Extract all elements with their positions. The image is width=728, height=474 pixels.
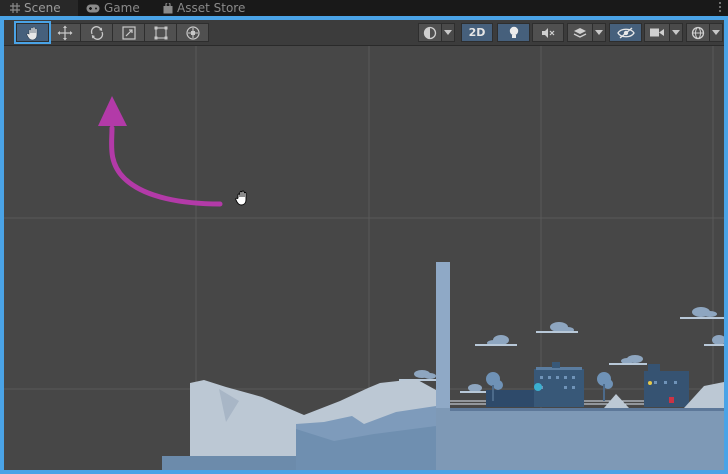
scene-toolbar: 2D [4, 20, 724, 46]
audio-muted-icon [542, 27, 555, 38]
draw-mode-dropdown[interactable] [441, 23, 455, 42]
mode-2d-label: 2D [468, 26, 486, 39]
mode-2d-group: 2D [461, 23, 493, 42]
tab-game[interactable]: Game [86, 0, 140, 16]
layers-effects-icon [573, 27, 587, 38]
draw-mode-button[interactable] [418, 23, 442, 42]
city-ground [436, 408, 724, 470]
camera-dropdown[interactable] [669, 23, 683, 42]
camera-settings-button[interactable] [644, 23, 670, 42]
window-tab-bar: Scene Game Asset Store [0, 0, 728, 16]
hand-tool-button[interactable] [16, 23, 49, 42]
rect-transform-icon [154, 26, 167, 39]
hand-cursor-icon [235, 190, 247, 206]
effects-group [567, 23, 606, 42]
gizmos-group [686, 23, 723, 42]
gizmos-dropdown[interactable] [709, 23, 723, 42]
move-arrows-icon [57, 25, 72, 40]
scene-canvas [4, 46, 724, 470]
buildings [486, 362, 689, 407]
effects-button[interactable] [567, 23, 593, 42]
tab-scene[interactable]: Scene [0, 0, 78, 16]
audio-group [532, 23, 564, 42]
gizmo-globe-icon [691, 26, 705, 39]
transform-tool-button[interactable] [176, 23, 209, 42]
eye-hidden-icon [616, 26, 635, 39]
scale-tool-button[interactable] [112, 23, 145, 42]
transform-tools [16, 23, 209, 42]
mode-2d-toggle[interactable]: 2D [461, 23, 493, 42]
hand-icon [25, 26, 37, 40]
tab-game-label: Game [104, 1, 140, 15]
visibility-group [609, 23, 642, 42]
scale-icon [121, 25, 136, 40]
gizmos-button[interactable] [686, 23, 710, 42]
move-tool-button[interactable] [48, 23, 81, 42]
lightbulb-icon [509, 26, 518, 38]
rotate-icon [90, 25, 103, 40]
camera-icon [650, 28, 664, 37]
draw-mode-group [418, 23, 455, 42]
lighting-toggle[interactable] [497, 23, 530, 42]
shading-sphere-icon [423, 26, 437, 39]
tab-asset-store[interactable]: Asset Store [163, 0, 245, 16]
rotate-tool-button[interactable] [80, 23, 113, 42]
window-menu-icon[interactable] [718, 2, 722, 14]
rect-tool-button[interactable] [144, 23, 177, 42]
scene-viewport[interactable] [4, 46, 724, 470]
tab-scene-label: Scene [24, 1, 61, 15]
grid-icon [10, 3, 20, 13]
lighting-group [497, 23, 530, 42]
audio-toggle[interactable] [532, 23, 564, 42]
gamepad-icon [86, 4, 100, 12]
transform-icon [185, 25, 200, 40]
bag-icon [163, 2, 173, 13]
tab-asset-store-label: Asset Store [177, 1, 246, 15]
scene-visibility-toggle[interactable] [609, 23, 642, 42]
camera-group [644, 23, 683, 42]
annotation-arrow [98, 96, 223, 207]
scene-view-panel: 2D [0, 16, 728, 474]
effects-dropdown[interactable] [592, 23, 606, 42]
